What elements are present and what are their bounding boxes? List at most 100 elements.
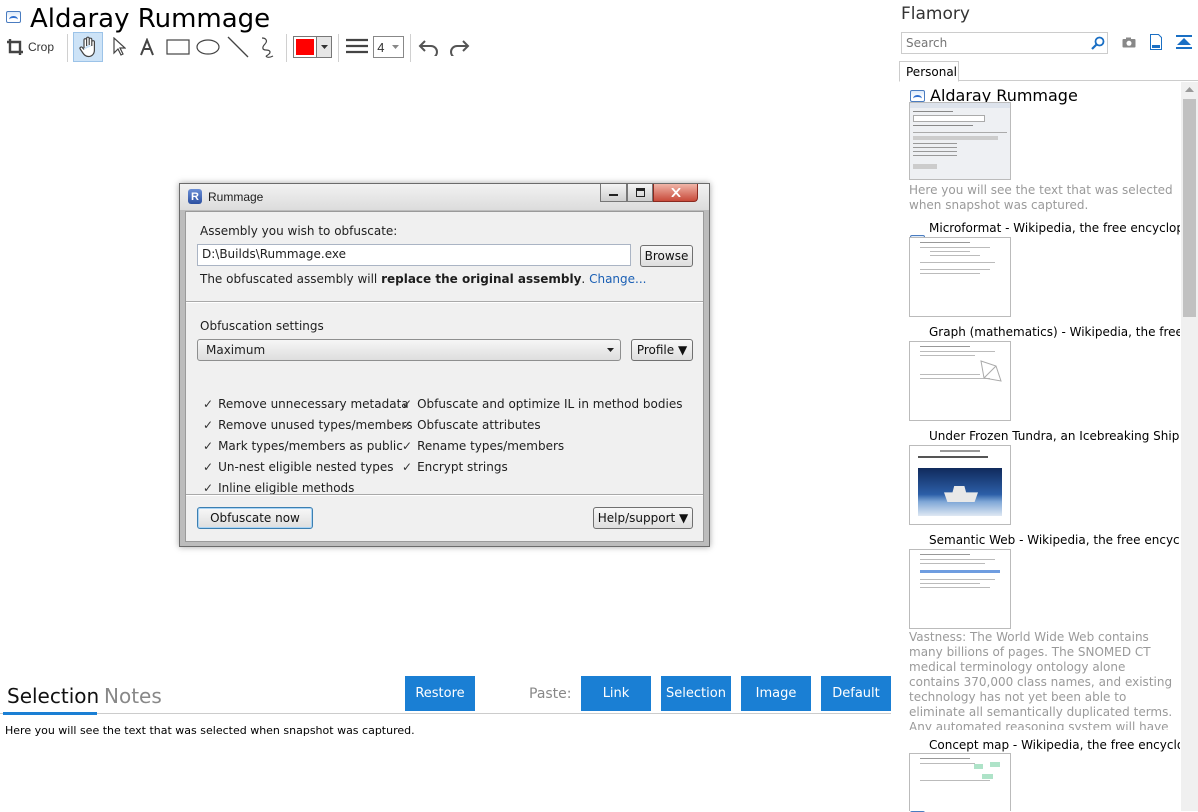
option-label: Remove unused types/members <box>218 418 413 432</box>
paste-link-button[interactable]: Link <box>581 676 651 711</box>
entry-title[interactable]: Graph (mathematics) - Wikipedia, the fre… <box>929 325 1180 339</box>
rectangle-tool-button[interactable] <box>164 32 192 62</box>
color-picker[interactable] <box>292 32 333 62</box>
entry-title[interactable]: Microformat - Wikipedia, the free encycl… <box>929 221 1180 235</box>
paste-label: Paste: <box>529 686 572 702</box>
selection-text[interactable]: Here you will see the text that was sele… <box>5 724 415 737</box>
page-title: Aldaray Rummage <box>30 4 271 34</box>
crop-label: Crop <box>28 40 55 54</box>
entry-description: Here you will see the text that was sele… <box>909 183 1173 212</box>
option-label: Encrypt strings <box>417 460 508 474</box>
profile-button[interactable]: Profile ▼ <box>631 339 693 361</box>
text-tool-button[interactable] <box>135 32 159 62</box>
arrow-pointer-icon <box>113 37 126 56</box>
dialog-titlebar: R Rummage <box>180 184 709 210</box>
color-swatch <box>296 39 314 55</box>
restore-button[interactable]: Restore <box>405 676 475 711</box>
chevron-down-icon <box>320 45 328 49</box>
page-icon <box>6 11 21 23</box>
text-icon <box>140 38 154 56</box>
check-icon: ✓ <box>203 418 214 432</box>
line-tool-button[interactable] <box>225 32 251 62</box>
line-width-select[interactable]: 4 <box>372 32 404 62</box>
assembly-path-input[interactable]: D:\Builds\Rummage.exe <box>197 244 631 266</box>
option-item: ✓ Inline eligible methods <box>203 481 354 495</box>
entry-thumbnail[interactable] <box>909 237 1011 317</box>
scrollbar[interactable] <box>1181 82 1198 811</box>
close-button[interactable] <box>653 184 698 202</box>
chevron-up-icon <box>1185 87 1194 92</box>
option-label: Rename types/members <box>417 439 565 453</box>
entry-title[interactable]: Semantic Web - Wikipedia, the free encyc… <box>929 533 1180 547</box>
camera-icon[interactable] <box>1122 37 1136 48</box>
check-icon: ✓ <box>203 460 214 474</box>
pan-tool-button[interactable] <box>73 32 103 62</box>
active-tab-indicator <box>3 712 97 715</box>
help-support-button[interactable]: Help/support ▼ <box>593 507 693 529</box>
undo-icon <box>418 40 438 56</box>
entry-thumbnail[interactable] <box>909 102 1011 180</box>
hand-icon <box>79 36 95 58</box>
ellipse-icon <box>196 39 220 55</box>
replace-text-suffix: . <box>581 272 586 286</box>
snapshot-image: R Rummage Assembly you wish to obfuscate… <box>179 183 710 547</box>
maximize-button[interactable] <box>627 184 653 202</box>
redo-button[interactable] <box>446 32 472 62</box>
tab-notes[interactable]: Notes <box>104 684 162 708</box>
redo-icon <box>450 40 470 56</box>
option-item: ✓ Mark types/members as public <box>203 439 403 453</box>
line-icon <box>227 36 249 58</box>
settings-value: Maximum <box>206 343 266 357</box>
settings-select[interactable]: Maximum <box>197 339 621 361</box>
option-label: Inline eligible methods <box>218 481 355 495</box>
minimize-icon <box>609 194 618 196</box>
check-icon: ✓ <box>402 418 413 432</box>
obfuscate-label: Obfuscate now <box>210 511 300 525</box>
assembly-path-value: D:\Builds\Rummage.exe <box>202 247 346 261</box>
freehand-icon <box>261 37 274 58</box>
entry-thumbnail[interactable] <box>909 445 1011 525</box>
crop-button[interactable]: Crop <box>6 32 58 62</box>
maximize-icon <box>635 188 645 197</box>
ellipse-tool-button[interactable] <box>194 32 222 62</box>
collapse-icon[interactable] <box>1176 35 1192 50</box>
browse-button[interactable]: Browse <box>640 245 693 267</box>
document-icon[interactable] <box>1150 34 1162 50</box>
obfuscate-now-button[interactable]: Obfuscate now <box>197 507 313 529</box>
freehand-tool-button[interactable] <box>255 32 281 62</box>
undo-button[interactable] <box>416 32 442 62</box>
replace-text-prefix: The obfuscated assembly will <box>200 272 382 286</box>
option-item: ✓ Obfuscate attributes <box>402 418 541 432</box>
select-tool-button[interactable] <box>106 32 132 62</box>
scrollbar-thumb[interactable] <box>1183 99 1196 317</box>
search-input[interactable] <box>901 32 1108 54</box>
paste-selection-button[interactable]: Selection <box>661 676 731 711</box>
search-icon[interactable] <box>1091 36 1105 50</box>
paste-default-button[interactable]: Default <box>821 676 891 711</box>
minimize-button[interactable] <box>600 184 627 202</box>
entry-title[interactable]: Concept map - Wikipedia, the free encycl… <box>929 738 1180 752</box>
option-item: ✓ Remove unnecessary metadata <box>203 397 409 411</box>
chevron-down-icon <box>391 45 399 49</box>
paste-image-button[interactable]: Image <box>741 676 811 711</box>
option-item: ✓ Remove unused types/members <box>203 418 413 432</box>
entry-thumbnail[interactable] <box>909 549 1011 629</box>
tab-selection[interactable]: Selection <box>7 684 99 708</box>
line-width-button[interactable] <box>344 32 370 62</box>
tab-personal[interactable]: Personal <box>899 61 959 82</box>
option-label: Un-nest eligible nested types <box>218 460 394 474</box>
profile-label: Profile ▼ <box>636 343 688 357</box>
browse-label: Browse <box>644 249 689 263</box>
entry-title[interactable]: Under Frozen Tundra, an Icebreaking Ship… <box>929 429 1180 443</box>
check-icon: ✓ <box>203 439 214 453</box>
change-link[interactable]: Change... <box>589 272 646 286</box>
option-label: Mark types/members as public <box>218 439 403 453</box>
replace-text-bold: replace the original assembly <box>381 272 582 286</box>
entry-thumbnail[interactable] <box>909 341 1011 421</box>
line-width-icon <box>346 38 368 54</box>
option-item: ✓ Obfuscate and optimize IL in method bod… <box>402 397 682 411</box>
entry-thumbnail[interactable] <box>909 753 1011 811</box>
dialog-body: Assembly you wish to obfuscate: D:\Build… <box>185 211 704 542</box>
option-item: ✓ Encrypt strings <box>402 460 508 474</box>
rectangle-icon <box>166 39 190 55</box>
